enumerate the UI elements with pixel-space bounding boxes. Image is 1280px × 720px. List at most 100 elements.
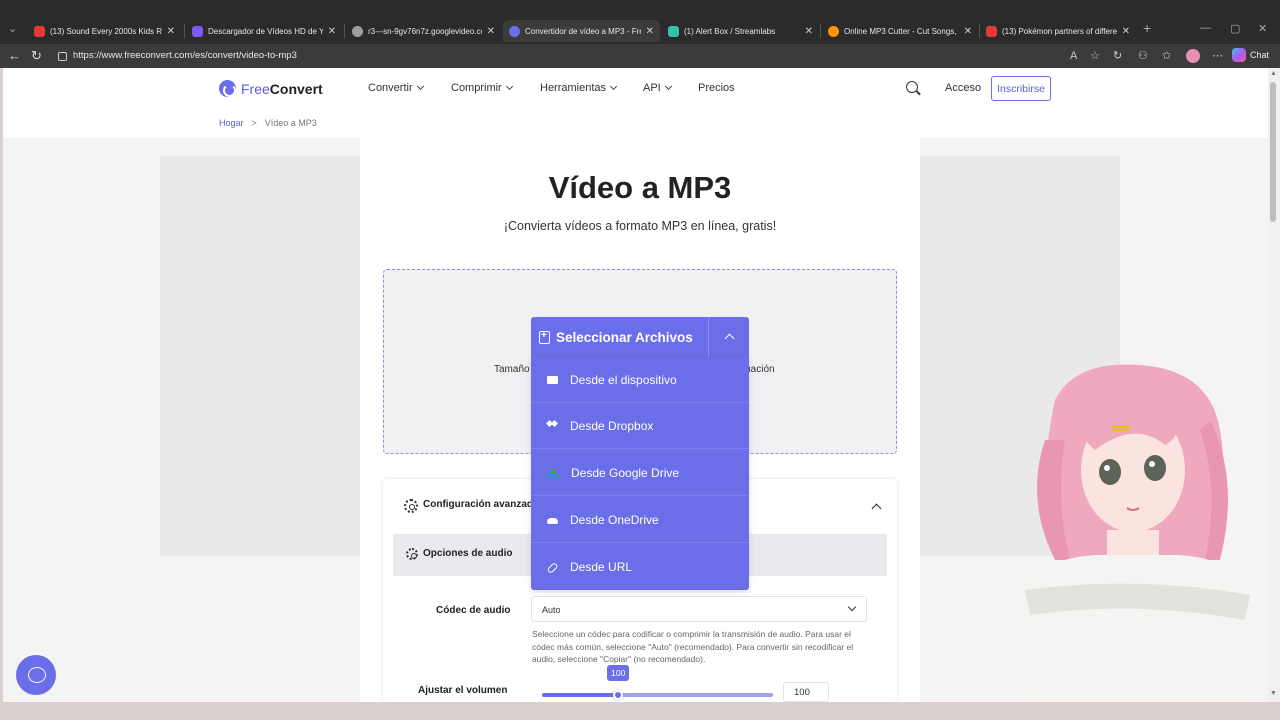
globe-icon: [352, 25, 363, 37]
browser-tab[interactable]: (1) Alert Box / Streamlabs ✕: [662, 20, 819, 42]
site-favicon-icon: [192, 25, 203, 37]
favorites-icon[interactable]: ✩: [1162, 49, 1171, 63]
chevron-down-icon: [416, 82, 424, 91]
volume-slider-handle[interactable]: [613, 690, 624, 700]
window-close-icon[interactable]: ✕: [1258, 22, 1267, 35]
ad-banner-left[interactable]: [160, 156, 360, 556]
option-from-device[interactable]: Desde el dispositivo: [531, 357, 749, 403]
menu-label: Precios: [698, 82, 735, 94]
freeconvert-favicon-icon: [509, 25, 520, 37]
link-icon: [546, 561, 559, 575]
option-from-google-drive[interactable]: Desde Google Drive: [531, 450, 749, 496]
folder-icon: [547, 375, 558, 384]
volume-slider[interactable]: 100: [542, 665, 773, 700]
browser-tab[interactable]: r3---sn-9gv76n7z.googlevideo.com ✕: [346, 20, 501, 42]
option-label: Desde el dispositivo: [570, 372, 677, 387]
back-arrow-icon[interactable]: ←: [8, 48, 21, 64]
breadcrumb-home[interactable]: Hogar: [219, 118, 244, 128]
tab-title: Online MP3 Cutter - Cut Songs, M: [844, 26, 959, 36]
logo-free-text: Free: [241, 80, 270, 97]
chat-label: Chat: [1250, 50, 1270, 60]
menu-herramientas[interactable]: Herramientas: [540, 82, 618, 94]
browser-tab[interactable]: Descargador de Vídeos HD de You ✕: [186, 20, 342, 42]
option-from-dropbox[interactable]: Desde Dropbox: [531, 403, 749, 449]
breadcrumb-separator: >: [251, 118, 257, 128]
url-field[interactable]: https://www.freeconvert.com/es/convert/v…: [58, 48, 297, 64]
chevron-down-icon: [664, 82, 672, 91]
close-icon[interactable]: ✕: [964, 26, 972, 37]
tab-title: Descargador de Vídeos HD de You: [208, 26, 323, 36]
site-header: FreeConvert Convertir Comprimir Herramie…: [3, 68, 1268, 138]
menu-comprimir[interactable]: Comprimir: [451, 82, 513, 94]
browser-tab-active[interactable]: Convertidor de vídeo a MP3 - Fre ✕: [503, 20, 660, 42]
chevron-down-icon: [847, 602, 857, 612]
volume-input[interactable]: 100: [783, 682, 829, 702]
browser-tab[interactable]: (13) Sound Every 2000s Kids Reme ✕: [28, 20, 181, 42]
support-chat-button[interactable]: [16, 655, 56, 695]
browser-tab[interactable]: Online MP3 Cutter - Cut Songs, M ✕: [822, 20, 978, 42]
freeconvert-logo[interactable]: FreeConvert: [219, 80, 323, 97]
chevron-down-icon: [609, 82, 618, 91]
url-text: https://www.freeconvert.com/es/convert/v…: [73, 50, 297, 61]
scroll-up-icon[interactable]: ▲: [1270, 70, 1277, 77]
audio-codec-value: Auto: [542, 605, 561, 615]
tab-title: (13) Pokémon partners of differen: [1002, 26, 1117, 36]
audio-codec-label: Códec de audio: [436, 605, 511, 616]
maximize-icon[interactable]: ▢: [1230, 22, 1240, 35]
read-aloud-icon[interactable]: A: [1070, 49, 1077, 63]
option-from-url[interactable]: Desde URL: [531, 544, 749, 590]
minimize-icon[interactable]: —: [1200, 22, 1211, 34]
chevron-up-icon[interactable]: [871, 503, 882, 514]
select-files-dropdown: Desde el dispositivo Desde Dropbox Desde…: [531, 357, 749, 590]
browser-tab[interactable]: (13) Pokémon partners of differen ✕: [980, 20, 1136, 42]
breadcrumb-current: Vídeo a MP3: [264, 118, 317, 128]
mp3-cutter-icon: [828, 25, 839, 37]
scroll-down-icon[interactable]: ▼: [1270, 690, 1277, 697]
close-icon[interactable]: ✕: [1122, 26, 1130, 37]
option-from-onedrive[interactable]: Desde OneDrive: [531, 497, 749, 543]
streamlabs-icon: [668, 25, 679, 37]
menu-label: Comprimir: [451, 82, 502, 94]
address-bar: ← ↻ https://www.freeconvert.com/es/conve…: [0, 44, 1280, 68]
extension-icon[interactable]: ⚇: [1138, 49, 1148, 63]
select-files-button[interactable]: Seleccionar Archivos: [531, 317, 749, 357]
audio-options-title: Opciones de audio: [423, 548, 513, 559]
youtube-icon: [34, 25, 45, 37]
menu-precios[interactable]: Precios: [698, 82, 735, 94]
advanced-settings-title[interactable]: Configuración avanzada: [423, 499, 539, 510]
volume-tooltip: 100: [607, 665, 630, 681]
scrollbar-thumb[interactable]: [1270, 82, 1276, 222]
menu-convertir[interactable]: Convertir: [368, 82, 424, 94]
add-file-icon: [539, 330, 550, 344]
tab-title: r3---sn-9gv76n7z.googlevideo.com: [368, 26, 482, 36]
refresh-extension-icon[interactable]: ↻: [1113, 49, 1122, 63]
close-icon[interactable]: ✕: [167, 26, 175, 37]
close-icon[interactable]: ✕: [328, 26, 336, 37]
lock-icon: [58, 51, 67, 61]
tab-title: Convertidor de vídeo a MP3 - Fre: [525, 26, 641, 36]
gear-icon: [406, 548, 418, 560]
gear-icon: [404, 499, 418, 513]
close-icon[interactable]: ✕: [805, 26, 813, 37]
login-link[interactable]: Acceso: [945, 82, 981, 94]
signup-button[interactable]: Inscribirse: [991, 76, 1051, 101]
option-label: Desde Dropbox: [570, 418, 654, 433]
close-icon[interactable]: ✕: [646, 26, 654, 37]
close-icon[interactable]: ✕: [487, 26, 495, 37]
new-tab-icon[interactable]: +: [1143, 20, 1151, 36]
select-files-main[interactable]: Seleccionar Archivos: [531, 317, 709, 357]
audio-codec-select[interactable]: Auto: [531, 596, 867, 622]
profile-avatar[interactable]: [1186, 49, 1200, 63]
copilot-chat-button[interactable]: Chat: [1232, 48, 1269, 62]
favorite-star-icon[interactable]: ☆: [1090, 49, 1100, 63]
chevron-up-icon[interactable]: [709, 317, 749, 357]
menu-api[interactable]: API: [643, 82, 672, 94]
option-label: Desde OneDrive: [570, 512, 659, 527]
tab-list-chevron-icon[interactable]: ⌄: [8, 22, 17, 35]
volume-label: Ajustar el volumen: [418, 685, 508, 696]
search-icon[interactable]: [906, 81, 918, 93]
more-options-icon[interactable]: ⋯: [1212, 49, 1223, 63]
reload-icon[interactable]: ↻: [31, 48, 42, 64]
option-label: Desde Google Drive: [571, 465, 680, 480]
volume-slider-fill: [542, 693, 619, 697]
